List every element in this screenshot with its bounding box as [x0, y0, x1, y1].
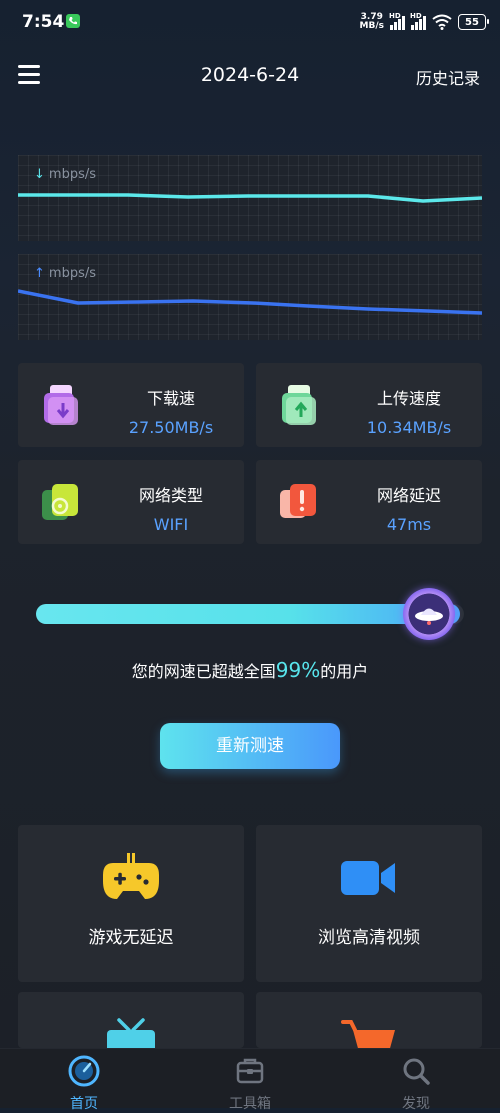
network-type-icon: [42, 484, 78, 520]
ranking-summary: 您的网速已超越全国99%的用户: [0, 658, 500, 682]
signal-icon-2: HD: [410, 12, 426, 30]
upload-graph-unit: mbps/s: [48, 266, 96, 281]
network-type-label: 网络类型: [138, 486, 203, 505]
toolbox-icon: [236, 1058, 264, 1084]
ranking-progress-fill: [36, 604, 460, 624]
ranking-percent: 99%: [275, 658, 321, 682]
ufo-icon: [403, 588, 455, 640]
network-type-card: 网络类型 WIFI: [18, 460, 244, 544]
phone-call-icon: [66, 14, 80, 28]
upload-speed-label: 上传速度: [376, 389, 441, 408]
download-speed-graph: ↓ mbps/s: [18, 155, 482, 241]
network-latency-label: 网络延迟: [376, 486, 441, 505]
up-arrow-icon: ↑: [34, 266, 45, 281]
network-type-value: WIFI: [153, 515, 189, 534]
signal-icon: HD: [389, 12, 405, 30]
latency-warning-icon: [280, 484, 316, 518]
header: 2024-6-24 历史记录: [0, 52, 500, 100]
down-arrow-icon: ↓: [34, 167, 45, 182]
feature-shopping-tile[interactable]: [256, 992, 482, 1048]
upload-speed-graph: ↑ mbps/s: [18, 254, 482, 340]
download-file-icon: [44, 385, 78, 425]
history-button[interactable]: 历史记录: [416, 65, 480, 89]
status-bar: 7:54 3.79 MB/s HD HD 55: [0, 0, 500, 44]
network-latency-value: 47ms: [386, 515, 432, 534]
video-camera-icon: [341, 861, 395, 895]
tab-discover-label: 发现: [402, 1096, 430, 1112]
network-speed-indicator: 3.79 MB/s: [360, 13, 384, 31]
download-speed-value: 27.50MB/s: [128, 418, 214, 437]
gamepad-icon: [103, 853, 159, 899]
tab-tools[interactable]: 工具箱: [210, 1055, 290, 1113]
ranking-prefix: 您的网速已超越全国: [131, 662, 276, 681]
feature-video-tile[interactable]: 浏览高清视频: [256, 825, 482, 982]
ranking-progress-bar: [36, 604, 464, 624]
tab-discover[interactable]: 发现: [376, 1055, 456, 1113]
battery-level: 55: [465, 16, 479, 28]
network-latency-card: 网络延迟 47ms: [256, 460, 482, 544]
shopping-cart-icon: [341, 1020, 395, 1048]
feature-video-label: 浏览高清视频: [318, 928, 420, 948]
feature-tv-tile[interactable]: [18, 992, 244, 1048]
download-speed-card: 下载速 27.50MB/s: [18, 363, 244, 447]
tab-home-label: 首页: [70, 1096, 98, 1112]
battery-icon: 55: [458, 14, 489, 30]
feature-game-tile[interactable]: 游戏无延迟: [18, 825, 244, 982]
upload-speed-value: 10.34MB/s: [366, 418, 452, 437]
download-graph-label: ↓ mbps/s: [34, 167, 96, 182]
sim1-label: HD: [389, 12, 401, 20]
retest-button[interactable]: 重新测速: [160, 723, 340, 769]
search-icon: [403, 1058, 430, 1085]
speedometer-icon: [68, 1055, 100, 1087]
feature-game-label: 游戏无延迟: [88, 928, 174, 948]
network-speed-unit: MB/s: [359, 21, 384, 31]
ranking-suffix: 的用户: [320, 662, 369, 681]
upload-graph-label: ↑ mbps/s: [34, 266, 96, 281]
status-time: 7:54: [22, 12, 65, 32]
tv-icon: [107, 1018, 155, 1048]
sim2-label: HD: [410, 12, 422, 20]
download-speed-label: 下载速: [146, 389, 195, 408]
upload-file-icon: [282, 385, 316, 425]
bottom-tab-bar: 首页 工具箱 发现: [0, 1048, 500, 1112]
upload-speed-card: 上传速度 10.34MB/s: [256, 363, 482, 447]
tab-tools-label: 工具箱: [229, 1096, 271, 1112]
tab-home[interactable]: 首页: [44, 1055, 124, 1113]
download-graph-unit: mbps/s: [48, 167, 96, 182]
wifi-icon: [432, 14, 452, 30]
